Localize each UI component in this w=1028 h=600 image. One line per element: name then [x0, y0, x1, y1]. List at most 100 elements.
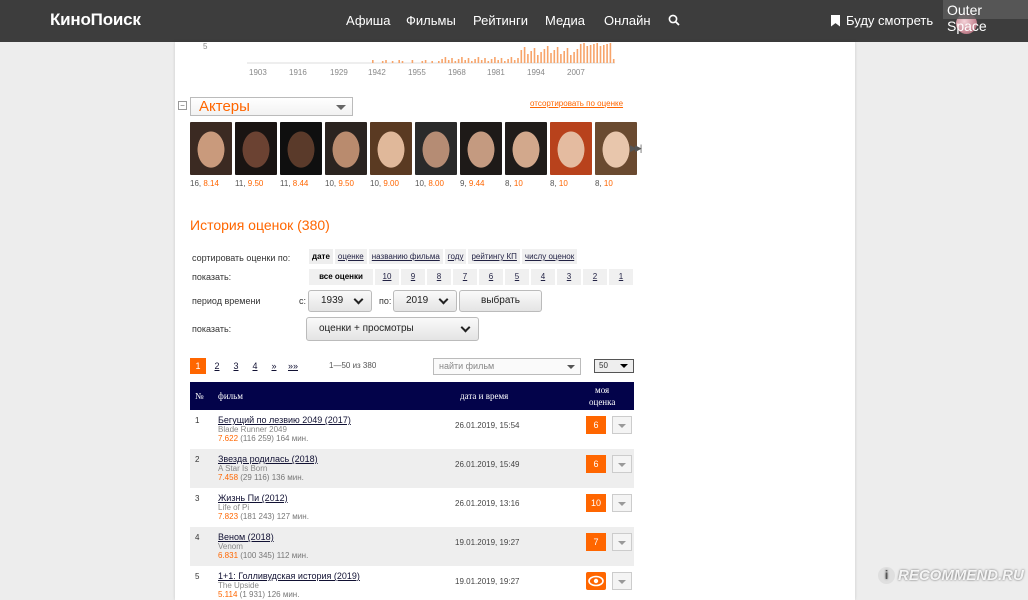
film-title-link[interactable]: 1+1: Голливудская история (2019)	[218, 571, 360, 581]
actor-card[interactable]: 10, 9.50	[325, 122, 367, 188]
year-bar	[566, 48, 569, 63]
eye-icon[interactable]	[586, 572, 606, 590]
actor-photo[interactable]	[190, 122, 232, 175]
actors-dropdown[interactable]: Актеры	[190, 97, 353, 116]
actor-card[interactable]: 8, 10	[505, 122, 547, 188]
page-next[interactable]: »	[266, 358, 282, 374]
filter-8[interactable]: 8	[427, 269, 451, 285]
filter-2[interactable]: 2	[583, 269, 607, 285]
actor-card[interactable]: 8, 10	[550, 122, 592, 188]
nav-online[interactable]: Онлайн	[604, 13, 651, 28]
to-year-select[interactable]: 2019	[393, 290, 457, 312]
year-bar	[523, 47, 526, 63]
film-kp-rating: 5.114	[218, 590, 238, 599]
actor-stats: 9, 9.44	[460, 179, 502, 188]
actor-photo[interactable]	[550, 122, 592, 175]
nav-ratings[interactable]: Рейтинги	[473, 13, 528, 28]
filter-5[interactable]: 5	[505, 269, 529, 285]
page-2[interactable]: 2	[209, 358, 225, 374]
page-1[interactable]: 1	[190, 358, 206, 374]
nav-films[interactable]: Фильмы	[406, 13, 456, 28]
filter-10[interactable]: 10	[375, 269, 399, 285]
actor-stats: 16, 8.14	[190, 179, 232, 188]
find-film-input[interactable]: найти фильм	[433, 358, 581, 375]
filter-all[interactable]: все оценки	[309, 269, 373, 285]
actor-photo[interactable]	[460, 122, 502, 175]
page-last[interactable]: »»	[285, 358, 301, 374]
watermark-badge: i	[878, 567, 895, 584]
film-title-link[interactable]: Веном (2018)	[218, 532, 274, 542]
period-label: период времени	[192, 296, 261, 306]
filter-4[interactable]: 4	[531, 269, 555, 285]
filter-7[interactable]: 7	[453, 269, 477, 285]
sort-option-year[interactable]: году	[444, 249, 467, 264]
from-label: с:	[299, 296, 307, 306]
next-actors-icon[interactable]: ▶▶|	[630, 143, 642, 154]
score-dropdown-button[interactable]	[612, 416, 632, 434]
sort-by-rating-link[interactable]: отсортировать по оценке	[530, 99, 623, 108]
score-dropdown-button[interactable]	[612, 572, 632, 590]
sort-option-rating[interactable]: оценке	[334, 249, 367, 264]
actor-photo[interactable]	[235, 122, 277, 175]
film-meta: 7.622 (116 259) 164 мин.	[218, 434, 308, 443]
year-bar	[576, 49, 579, 63]
film-original-title: Life of Pi	[218, 503, 250, 512]
sort-option-date[interactable]: дате	[309, 249, 333, 264]
ratings-history-title: История оценок (380)	[190, 217, 330, 233]
from-year-select[interactable]: 1939	[308, 290, 372, 312]
year-bar	[583, 43, 585, 63]
actor-photo[interactable]	[505, 122, 547, 175]
film-title-link[interactable]: Бегущий по лезвию 2049 (2017)	[218, 415, 351, 425]
actor-card[interactable]: 16, 8.14	[190, 122, 232, 188]
actor-card[interactable]: 11, 8.44	[280, 122, 322, 188]
score-dropdown-button[interactable]	[612, 494, 632, 512]
filter-6[interactable]: 6	[479, 269, 503, 285]
page-4[interactable]: 4	[247, 358, 263, 374]
search-icon[interactable]	[668, 14, 680, 26]
per-page-select[interactable]: 50	[594, 359, 634, 373]
year-bar	[593, 44, 595, 63]
row-number: 4	[195, 533, 200, 542]
site-logo[interactable]: КиноПоиск	[50, 10, 141, 30]
actor-photo[interactable]	[280, 122, 322, 175]
nav-media[interactable]: Медиа	[545, 13, 585, 28]
sort-option-votes[interactable]: числу оценок	[521, 249, 578, 264]
film-title-link[interactable]: Звезда родилась (2018)	[218, 454, 318, 464]
row-number: 2	[195, 455, 200, 464]
actor-card[interactable]: 11, 9.50	[235, 122, 277, 188]
choose-button[interactable]: выбрать	[459, 290, 542, 312]
filter-9[interactable]: 9	[401, 269, 425, 285]
filter-3[interactable]: 3	[557, 269, 581, 285]
actor-avg-rating: 10	[513, 179, 523, 188]
nav-afisha[interactable]: Афиша	[346, 13, 390, 28]
year-bar	[494, 57, 496, 63]
year-bar	[609, 43, 612, 63]
sort-option-title[interactable]: названию фильма	[368, 249, 443, 264]
sort-option-kp-rating[interactable]: рейтингу КП	[468, 249, 520, 264]
col-film: фильм	[218, 391, 243, 401]
actor-avg-rating: 9.50	[247, 179, 264, 188]
year-bar	[471, 61, 473, 63]
my-score-badge[interactable]: 10	[586, 494, 606, 512]
page-3[interactable]: 3	[228, 358, 244, 374]
score-dropdown-button[interactable]	[612, 455, 632, 473]
actor-card[interactable]: 10, 8.00	[415, 122, 457, 188]
score-dropdown-button[interactable]	[612, 533, 632, 551]
actor-card[interactable]: 8, 10	[595, 122, 637, 188]
filter-1[interactable]: 1	[609, 269, 633, 285]
year-bar	[497, 60, 499, 63]
film-title-link[interactable]: Жизнь Пи (2012)	[218, 493, 288, 503]
actor-card[interactable]: 9, 9.44	[460, 122, 502, 188]
year-bar	[612, 59, 615, 63]
my-score-badge[interactable]: 7	[586, 533, 606, 551]
actor-photo[interactable]	[325, 122, 367, 175]
actor-photo[interactable]	[415, 122, 457, 175]
my-score-badge[interactable]: 6	[586, 416, 606, 434]
watch-later-link[interactable]: Буду смотреть	[831, 13, 933, 28]
actor-photo[interactable]	[370, 122, 412, 175]
actor-card[interactable]: 10, 9.00	[370, 122, 412, 188]
show-mode-select[interactable]: оценки + просмотры	[306, 317, 479, 341]
my-score-badge[interactable]: 6	[586, 455, 606, 473]
collapse-toggle[interactable]: −	[178, 101, 187, 110]
year-label: 1968	[448, 68, 466, 77]
